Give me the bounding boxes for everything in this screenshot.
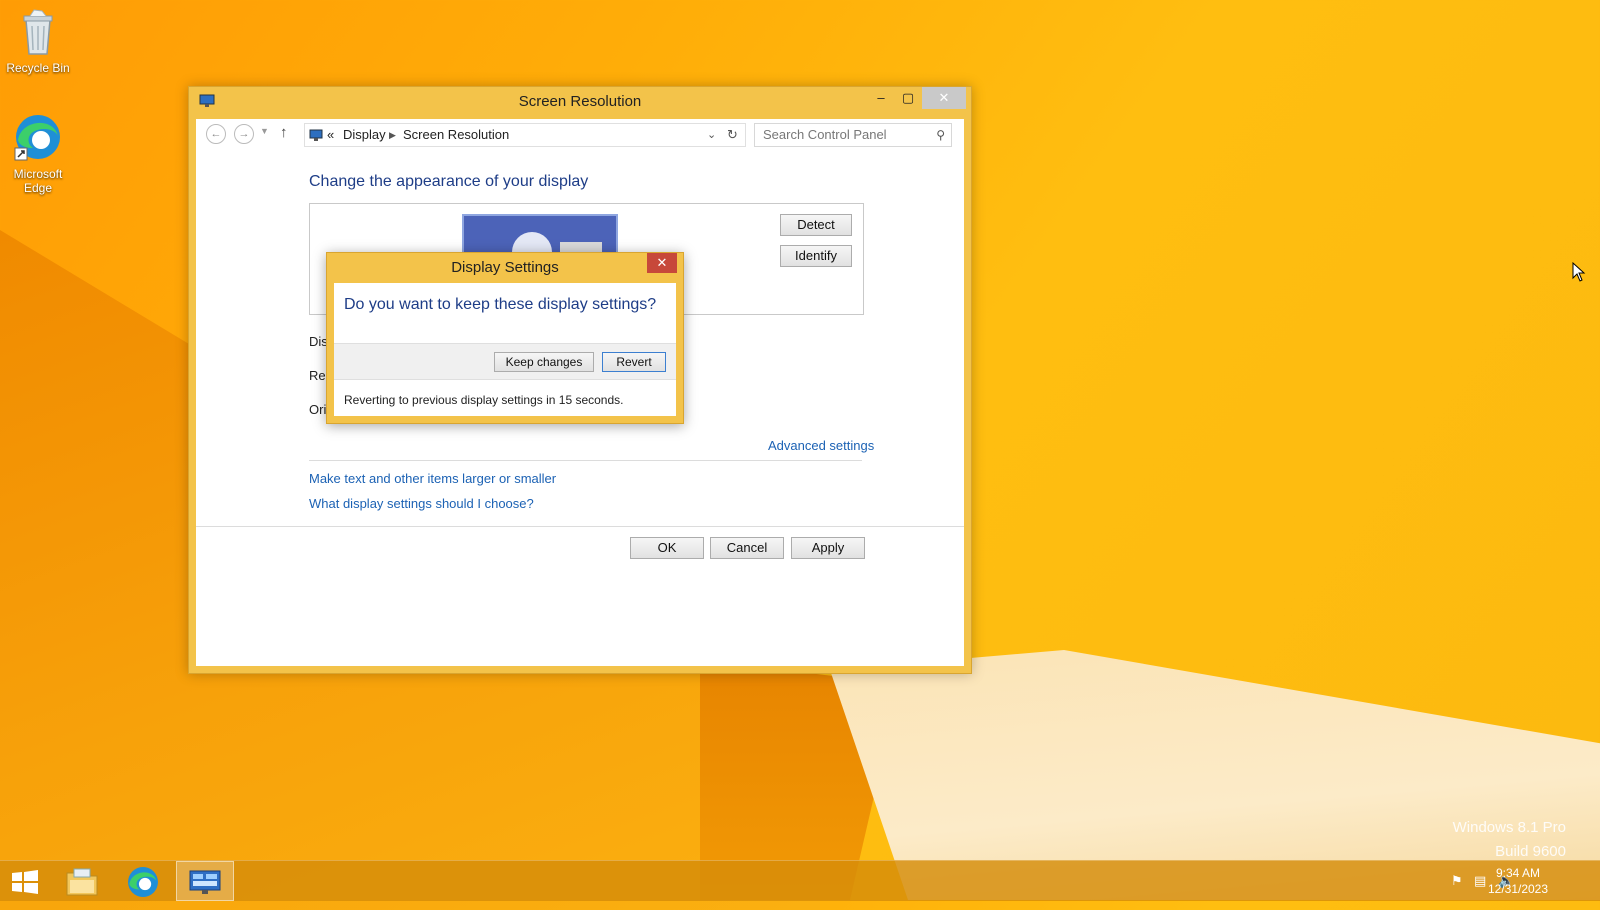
mouse-cursor-icon: [1572, 261, 1586, 287]
search-icon[interactable]: ⚲: [936, 124, 945, 146]
identify-button[interactable]: Identify: [780, 245, 852, 267]
detect-button[interactable]: Detect: [780, 214, 852, 236]
taskbar-edge[interactable]: [116, 861, 172, 901]
breadcrumb-chevron-icon: ▶: [389, 130, 396, 140]
text-size-link[interactable]: Make text and other items larger or smal…: [309, 471, 556, 486]
breadcrumb-separator: «: [327, 127, 335, 142]
system-clock[interactable]: 9:34 AM 12/31/2023: [1478, 865, 1558, 897]
title-bar[interactable]: Screen Resolution – ▢ ✕: [189, 87, 971, 117]
edge-icon: [126, 865, 160, 904]
divider: [309, 460, 862, 461]
desktop-icon-label: Recycle Bin: [6, 61, 70, 75]
revert-button[interactable]: Revert: [602, 352, 666, 372]
file-explorer-icon: [66, 868, 98, 901]
dialog-title: Display Settings: [451, 259, 559, 276]
taskbar-control-panel[interactable]: [176, 861, 234, 901]
edge-icon: [1, 112, 75, 165]
dialog-close-button[interactable]: ✕: [647, 253, 677, 273]
action-center-flag-icon[interactable]: ⚑: [1451, 873, 1463, 889]
ok-button[interactable]: OK: [630, 537, 704, 559]
back-arrow-icon[interactable]: ←: [206, 124, 226, 144]
up-arrow-icon[interactable]: ↑: [280, 124, 288, 141]
keep-changes-button[interactable]: Keep changes: [494, 352, 594, 372]
refresh-icon[interactable]: ↻: [727, 124, 738, 146]
minimize-button[interactable]: –: [869, 87, 893, 109]
taskbar-file-explorer[interactable]: [54, 861, 110, 901]
dialog-question: Do you want to keep these display settin…: [344, 296, 657, 313]
display-help-link[interactable]: What display settings should I choose?: [309, 496, 534, 511]
display-label: Dis: [309, 334, 328, 349]
start-icon: [12, 870, 38, 899]
apply-button[interactable]: Apply: [791, 537, 865, 559]
recent-locations-icon[interactable]: ▼: [260, 126, 269, 136]
orientation-label: Ori: [309, 402, 327, 417]
countdown-text: Reverting to previous display settings i…: [344, 393, 624, 407]
cancel-button[interactable]: Cancel: [710, 537, 784, 559]
breadcrumb-display[interactable]: Display: [343, 124, 386, 146]
desktop-icon-label: Microsoft Edge: [13, 167, 63, 195]
dialog-button-area: Keep changes Revert: [334, 343, 676, 380]
window-title: Screen Resolution: [518, 93, 642, 110]
address-bar: ← → ▼ ↑ « Display ▶ Screen Resolution ⌄ …: [196, 119, 964, 149]
maximize-button[interactable]: ▢: [895, 87, 921, 109]
start-button[interactable]: [0, 861, 56, 901]
search-placeholder: Search Control Panel: [763, 127, 887, 142]
control-panel-icon: [189, 870, 221, 901]
advanced-settings-link[interactable]: Advanced settings: [768, 438, 874, 453]
breadcrumb-screen-resolution[interactable]: Screen Resolution: [403, 124, 509, 146]
desktop-icon-edge[interactable]: Microsoft Edge: [1, 112, 75, 195]
forward-arrow-icon[interactable]: →: [234, 124, 254, 144]
clock-time: 9:34 AM: [1495, 866, 1541, 880]
recycle-bin-icon: [1, 8, 75, 59]
clock-date: 12/31/2023: [1487, 882, 1549, 896]
address-box[interactable]: « Display ▶ Screen Resolution ⌄ ↻: [304, 123, 746, 147]
address-dropdown-icon[interactable]: ⌄: [707, 124, 716, 146]
dialog-body: Do you want to keep these display settin…: [334, 283, 676, 416]
windows-watermark: Windows 8.1 Pro Build 9600: [1453, 816, 1566, 864]
divider: [196, 526, 964, 527]
control-panel-icon: [309, 127, 323, 149]
display-settings-dialog: Display Settings ✕ Do you want to keep t…: [326, 252, 684, 424]
close-button[interactable]: ✕: [922, 87, 966, 109]
watermark-edition: Windows 8.1 Pro: [1452, 819, 1566, 836]
taskbar: ⚑ ▤ 🔈 9:34 AM 12/31/2023: [0, 860, 1600, 901]
page-heading: Change the appearance of your display: [309, 173, 589, 190]
search-input[interactable]: Search Control Panel ⚲: [754, 123, 952, 147]
desktop-icon-recycle-bin[interactable]: Recycle Bin: [1, 8, 75, 75]
